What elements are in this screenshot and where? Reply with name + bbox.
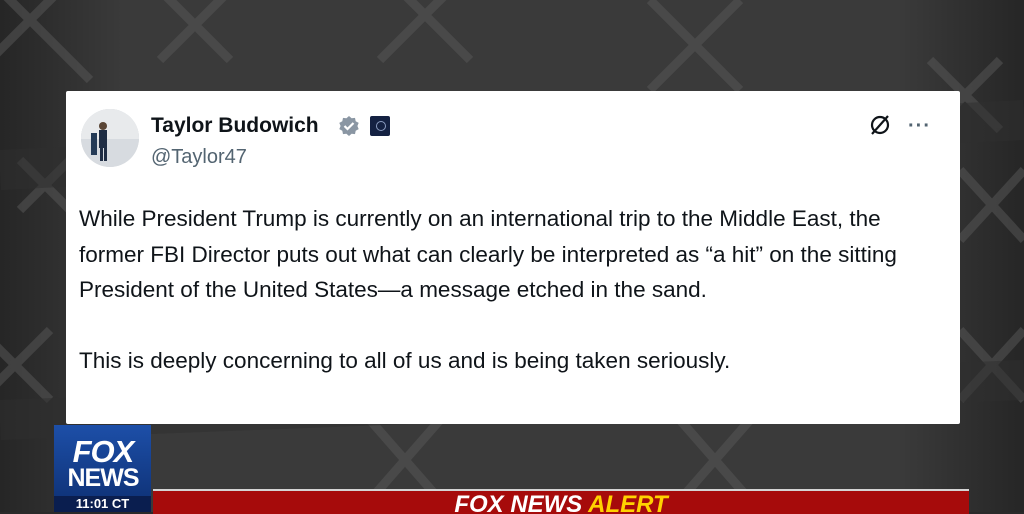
tweet-paragraph: This is deeply concerning to all of us a… — [79, 347, 731, 373]
broadcast-time: 11:01 CT — [54, 496, 151, 512]
grok-icon[interactable] — [868, 113, 892, 137]
fox-news-logo: FOX NEWS 11:01 CT — [54, 425, 151, 512]
tweet-text: While President Trump is currently on an… — [79, 201, 949, 378]
alert-banner: FOX NEWS ALERT — [153, 489, 969, 514]
affiliate-badge-icon[interactable] — [370, 116, 390, 136]
alert-text: FOX NEWS ALERT — [153, 492, 969, 514]
verified-icon — [339, 116, 359, 136]
more-icon[interactable]: ··· — [908, 116, 931, 136]
avatar[interactable] — [81, 109, 139, 167]
alert-word: ALERT — [588, 491, 668, 514]
author-name[interactable]: Taylor Budowich — [151, 114, 319, 138]
author-handle[interactable]: @Taylor47 — [151, 146, 247, 169]
tweet-card[interactable]: Taylor Budowich @Taylor47 ··· While Pres… — [66, 91, 960, 424]
logo-news-text: NEWS — [67, 464, 140, 492]
alert-prefix: FOX NEWS — [454, 491, 583, 514]
tweet-paragraph: While President Trump is currently on an… — [79, 206, 897, 302]
